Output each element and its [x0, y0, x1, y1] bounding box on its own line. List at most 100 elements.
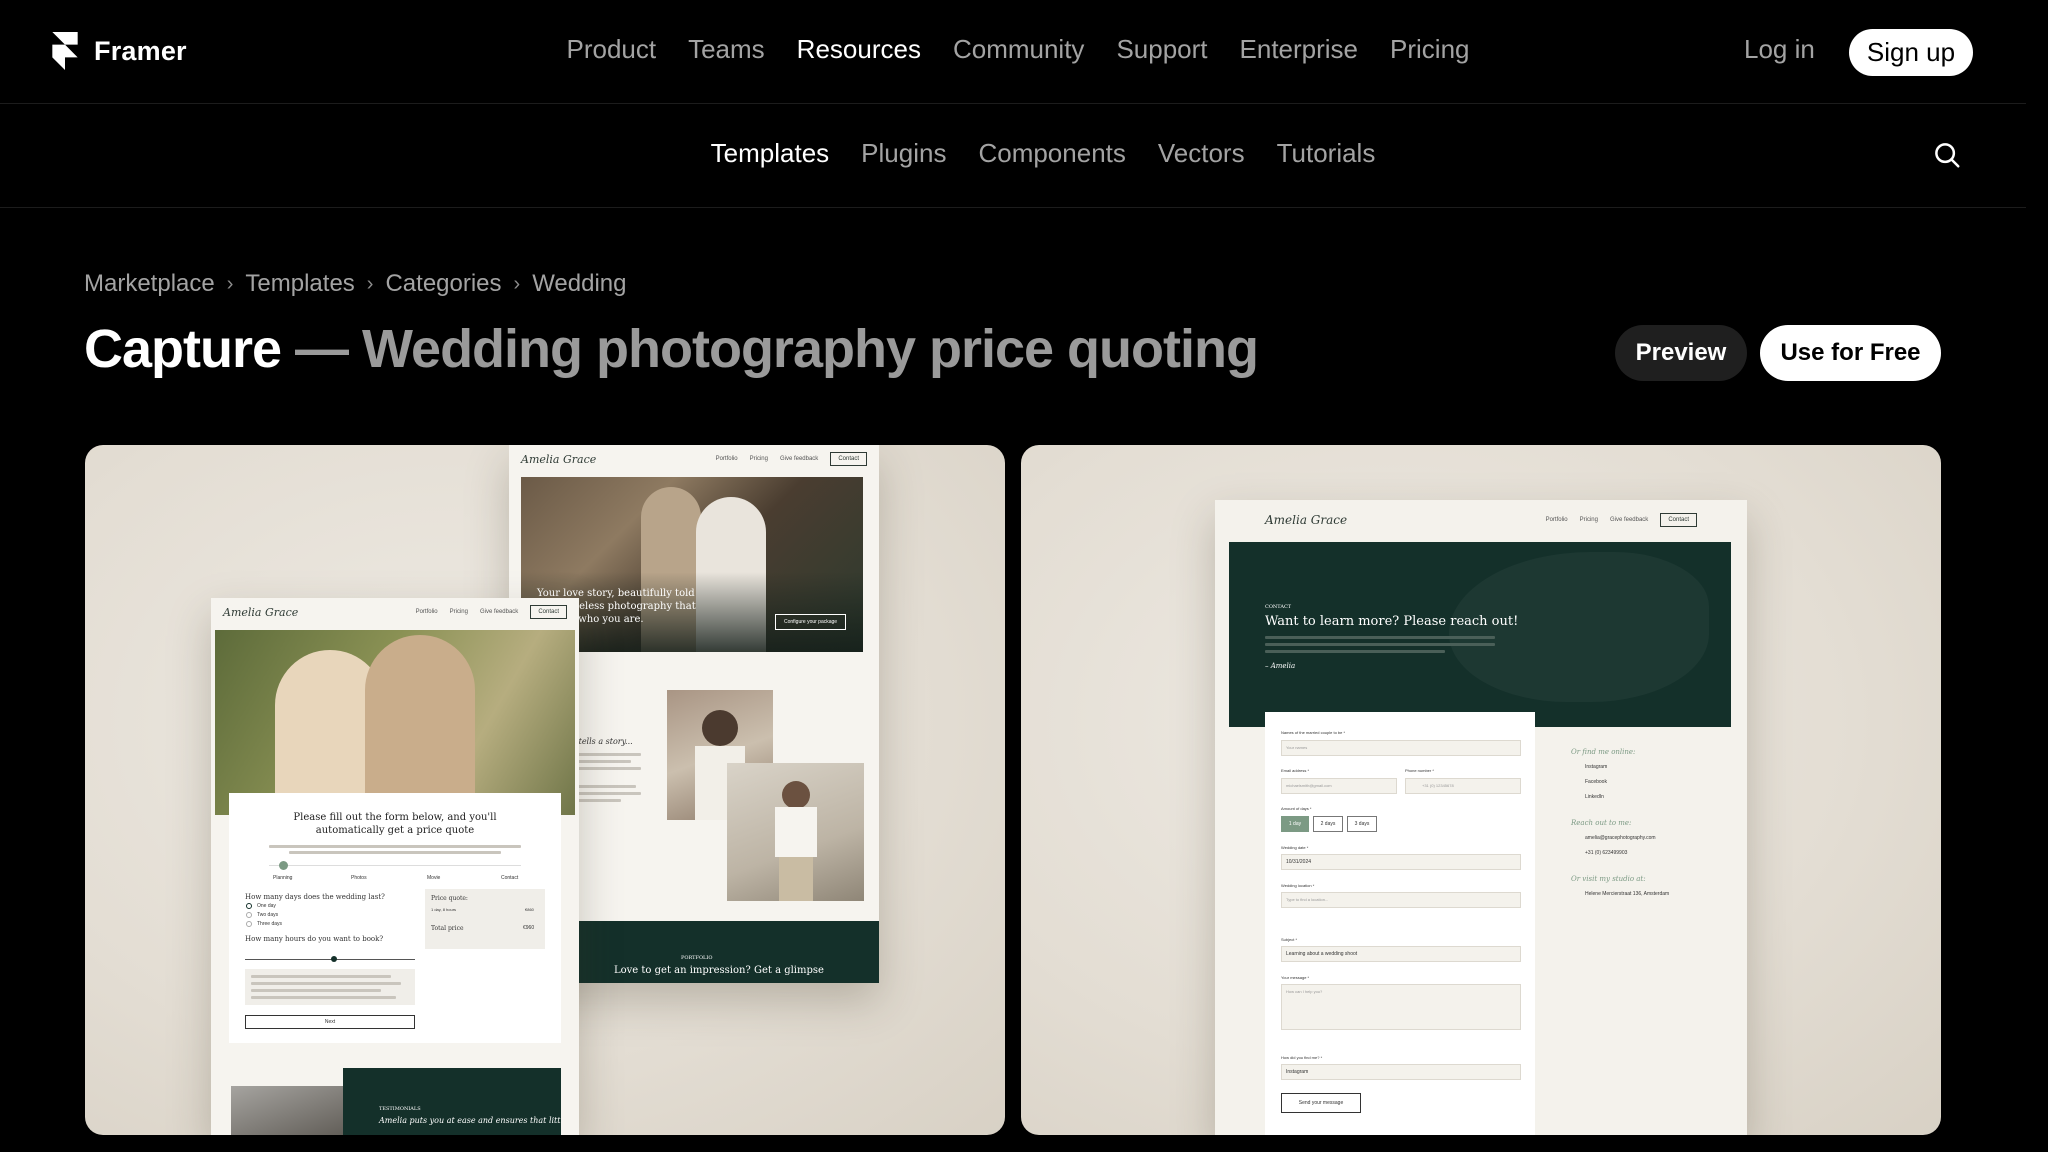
preview-contact: Contact: [530, 605, 567, 619]
testimonial-tag: TESTIMONIALS: [379, 1106, 421, 1112]
preview-nav: Amelia Grace Portfolio Pricing Give feed…: [1215, 500, 1747, 540]
use-for-free-button[interactable]: Use for Free: [1760, 325, 1941, 381]
subnav-item-templates[interactable]: Templates: [711, 138, 830, 169]
contact-phone: +31 (0) 623499903: [1585, 850, 1628, 856]
preview-nav-link: Give feedback: [479, 609, 519, 615]
top-navigation: Framer Product Teams Resources Community…: [0, 0, 2026, 104]
price-line: 1 day, 8 hours: [431, 907, 457, 912]
day-chip: 1 day: [1281, 816, 1309, 832]
form-value: Learning about a wedding shoot: [1286, 951, 1358, 957]
title-dash: —: [281, 319, 363, 379]
form-label: Wedding location *: [1281, 883, 1315, 888]
portfolio-photo: [727, 763, 864, 901]
step-label: Contact: [501, 875, 519, 881]
preview-nav: Amelia Grace Portfolio Pricing Give feed…: [509, 445, 879, 473]
nav-item-pricing[interactable]: Pricing: [1390, 34, 1469, 65]
contact-form: Names of the married couple to be * Your…: [1265, 712, 1535, 1135]
studio-address: Helene Mercierstraat 136, Amsterdam: [1585, 891, 1670, 897]
preview-page-quote: Amelia Grace Portfolio Pricing Give feed…: [211, 598, 579, 1135]
form-placeholder: michaelsmith@gmail.com: [1286, 783, 1332, 788]
main-nav-links: Product Teams Resources Community Suppor…: [0, 34, 2026, 65]
preview-nav-link: Portfolio: [415, 609, 438, 615]
form-label: Phone number *: [1405, 768, 1434, 773]
preview-nav-link: Pricing: [449, 609, 468, 615]
template-preview-image-1[interactable]: Amelia Grace Portfolio Pricing Give feed…: [85, 445, 1005, 1135]
step-label: Photos: [351, 875, 367, 881]
signup-button[interactable]: Sign up: [1849, 29, 1973, 76]
preview-nav-link: Give feedback: [779, 456, 819, 462]
form-placeholder: Your names: [1286, 745, 1308, 750]
social-link: Instagram: [1585, 764, 1608, 770]
nav-item-support[interactable]: Support: [1116, 34, 1207, 65]
nav-item-resources[interactable]: Resources: [797, 34, 921, 65]
marketplace-subnav: Templates Plugins Components Vectors Tut…: [0, 104, 2026, 208]
form-placeholder: Type to find a location...: [1286, 897, 1329, 902]
couple-photo: [215, 630, 575, 815]
social-title: Or find me online:: [1571, 748, 1636, 756]
preview-page-contact: Amelia Grace Portfolio Pricing Give feed…: [1215, 500, 1747, 1135]
contact-signature: – Amelia: [1265, 662, 1296, 670]
form-placeholder: How can I help you?: [1286, 989, 1323, 994]
social-link: Facebook: [1585, 779, 1607, 785]
portfolio-tag: PORTFOLIO: [681, 955, 713, 961]
day-chip: 3 days: [1347, 816, 1377, 832]
testimonial-section: TESTIMONIALS Amelia puts you at ease and…: [343, 1068, 561, 1135]
preview-button[interactable]: Preview: [1615, 325, 1747, 381]
breadcrumb-templates[interactable]: Templates: [245, 270, 354, 298]
nav-item-product[interactable]: Product: [566, 34, 656, 65]
template-name: Capture: [84, 319, 282, 379]
portfolio-text: Love to get an impression? Get a glimpse: [614, 965, 824, 976]
form-placeholder: +31 (0) 12345678: [1422, 783, 1454, 788]
breadcrumb: Marketplace › Templates › Categories › W…: [84, 270, 627, 298]
breadcrumb-wedding[interactable]: Wedding: [532, 270, 626, 298]
preview-logo: Amelia Grace: [1265, 513, 1348, 527]
contact-hero: CONTACT Want to learn more? Please reach…: [1229, 542, 1731, 727]
form-value: 10/31/2024: [1286, 859, 1312, 865]
quote-form: Please fill out the form below, and you'…: [229, 793, 561, 1043]
form-label: Names of the married couple to be *: [1281, 730, 1346, 735]
day-option: Two days: [257, 912, 279, 918]
form-label: Subject *: [1281, 937, 1298, 942]
form-label: Your message *: [1281, 975, 1310, 980]
preview-contact: Contact: [830, 452, 867, 466]
page-title: Capture — Wedding photography price quot…: [84, 318, 1259, 380]
preview-logo: Amelia Grace: [521, 452, 597, 466]
preview-nav-link: Pricing: [749, 456, 768, 462]
day-chip: 2 days: [1313, 816, 1343, 832]
chevron-right-icon: ›: [226, 272, 234, 295]
total-label: Total price: [431, 925, 464, 932]
search-icon[interactable]: [1932, 140, 1962, 170]
template-preview-image-2[interactable]: Amelia Grace Portfolio Pricing Give feed…: [1021, 445, 1941, 1135]
subnav-item-plugins[interactable]: Plugins: [861, 138, 946, 169]
step-label: Planning: [273, 875, 293, 881]
preview-contact: Contact: [1660, 513, 1697, 527]
subnav-item-tutorials[interactable]: Tutorials: [1277, 138, 1376, 169]
form-label: How did you find me? *: [1281, 1055, 1323, 1060]
preview-nav-link: Portfolio: [715, 456, 738, 462]
social-link: LinkedIn: [1585, 794, 1604, 800]
reach-title: Reach out to me:: [1571, 819, 1632, 827]
subnav-item-vectors[interactable]: Vectors: [1158, 138, 1245, 169]
next-button: Next: [245, 1015, 415, 1029]
hours-question: How many hours do you want to book?: [245, 935, 384, 943]
form-label: Email address *: [1281, 768, 1310, 773]
form-label: Amount of days *: [1281, 806, 1312, 811]
hero-cta: Configure your package: [775, 614, 847, 630]
total-value: €960: [523, 925, 535, 931]
breadcrumb-marketplace[interactable]: Marketplace: [84, 270, 215, 298]
login-link[interactable]: Log in: [1744, 34, 1815, 65]
price-quote-title: Price quote:: [431, 895, 468, 902]
preview-nav: Amelia Grace Portfolio Pricing Give feed…: [211, 598, 579, 626]
quote-heading: Please fill out the form below, and you'…: [293, 812, 497, 836]
contact-email: amelia@gracephotography.com: [1585, 835, 1656, 841]
nav-item-enterprise[interactable]: Enterprise: [1240, 34, 1359, 65]
subnav-item-components[interactable]: Components: [978, 138, 1125, 169]
nav-item-teams[interactable]: Teams: [688, 34, 765, 65]
template-subtitle: Wedding photography price quoting: [362, 319, 1259, 379]
form-label: Wedding date *: [1281, 845, 1309, 850]
contact-heading: Want to learn more? Please reach out!: [1265, 614, 1519, 629]
nav-item-community[interactable]: Community: [953, 34, 1084, 65]
send-message-button: Send your message: [1281, 1093, 1361, 1113]
breadcrumb-categories[interactable]: Categories: [385, 270, 501, 298]
subnav-links: Templates Plugins Components Vectors Tut…: [0, 138, 2026, 169]
